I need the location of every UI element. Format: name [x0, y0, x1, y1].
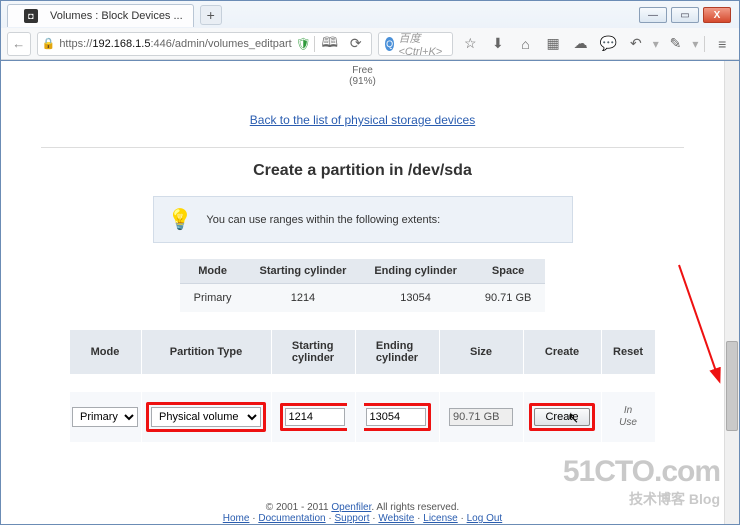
col-mode: Mode [180, 259, 246, 284]
lock-icon: 🔒 [42, 37, 56, 50]
highlight-ptype: Physical volume [146, 402, 266, 432]
hdr-ptype: Partition Type [142, 330, 272, 374]
search-engine-icon: Q [385, 37, 395, 51]
url-text: https://192.168.1.5:446/admin/volumes_ed… [59, 38, 291, 50]
vertical-scrollbar[interactable] [724, 61, 739, 524]
back-to-list-link[interactable]: Back to the list of physical storage dev… [250, 113, 475, 127]
chat-icon[interactable]: 💬 [597, 33, 619, 55]
search-placeholder: 百度 <Ctrl+K> [398, 30, 446, 58]
hdr-start: Starting cylinder [272, 330, 356, 374]
close-button[interactable]: X [703, 7, 731, 23]
title-bar: ◘ Volumes : Block Devices ... + — ▭ X [1, 1, 739, 29]
favicon-icon: ◘ [24, 9, 38, 23]
col-space: Space [471, 259, 545, 284]
hdr-size: Size [440, 330, 524, 374]
docs-link[interactable]: Documentation [258, 513, 325, 524]
hdr-end: Ending cylinder [356, 330, 440, 374]
cloud-icon[interactable]: ☁ [570, 33, 592, 55]
end-cyl-input[interactable] [366, 408, 426, 426]
minimize-button[interactable]: — [639, 7, 667, 23]
info-box: 💡 You can use ranges within the followin… [153, 196, 573, 243]
star-icon[interactable]: ☆ [459, 33, 481, 55]
browser-toolbar: ← 🔒 https://192.168.1.5:446/admin/volume… [1, 28, 739, 60]
partition-form: Mode Partition Type Starting cylinder En… [41, 330, 684, 442]
footer: © 2001 - 2011 Openfiler. All rights rese… [41, 502, 684, 524]
table-row: Primary 1214 13054 90.71 GB [180, 284, 546, 313]
highlight-cyl-l [280, 403, 347, 431]
col-start: Starting cylinder [246, 259, 361, 284]
start-cyl-input[interactable] [285, 408, 345, 426]
undo-icon[interactable]: ↶ [625, 33, 647, 55]
reload-icon[interactable]: ⟳ [345, 33, 367, 55]
info-text: You can use ranges within the following … [206, 214, 440, 226]
search-bar[interactable]: Q 百度 <Ctrl+K> [378, 32, 454, 56]
logout-link[interactable]: Log Out [467, 513, 503, 524]
shield-icon[interactable]: 🛡 [296, 37, 310, 51]
col-end: Ending cylinder [360, 259, 471, 284]
scroll-thumb[interactable] [726, 341, 738, 431]
home-link[interactable]: Home [223, 513, 250, 524]
back-button[interactable]: ← [7, 32, 31, 56]
page-title: Create a partition in /dev/sda [41, 162, 684, 180]
free-space-label: Free(91%) [41, 65, 684, 87]
highlight-create: Create [529, 403, 594, 431]
maximize-button[interactable]: ▭ [671, 7, 699, 23]
browser-tab[interactable]: ◘ Volumes : Block Devices ... [7, 4, 194, 27]
highlight-cyl-r [364, 403, 431, 431]
hdr-create: Create [524, 330, 602, 374]
create-button[interactable]: Create [534, 408, 589, 426]
extent-table: Mode Starting cylinder Ending cylinder S… [180, 259, 546, 312]
size-display [449, 408, 513, 426]
tab-title: Volumes : Block Devices ... [50, 10, 183, 22]
website-link[interactable]: Website [378, 513, 414, 524]
in-use-label: In Use [619, 405, 637, 429]
hdr-reset: Reset [602, 330, 656, 374]
tool-icon[interactable]: ✎ [665, 33, 687, 55]
address-bar[interactable]: 🔒 https://192.168.1.5:446/admin/volumes_… [37, 32, 372, 56]
support-link[interactable]: Support [335, 513, 370, 524]
partition-type-select[interactable]: Physical volume [151, 407, 261, 427]
home-icon[interactable]: ⌂ [515, 33, 537, 55]
mode-select[interactable]: Primary [72, 407, 138, 427]
openfiler-link[interactable]: Openfiler [331, 502, 371, 513]
grid-icon[interactable]: ▦ [542, 33, 564, 55]
new-tab-button[interactable]: + [200, 5, 222, 25]
bulb-icon: 💡 [168, 207, 193, 232]
hdr-mode: Mode [70, 330, 142, 374]
menu-icon[interactable]: ≡ [711, 33, 733, 55]
reader-icon[interactable]: 🕮 [319, 33, 341, 55]
download-icon[interactable]: ⬇ [487, 33, 509, 55]
license-link[interactable]: License [423, 513, 457, 524]
